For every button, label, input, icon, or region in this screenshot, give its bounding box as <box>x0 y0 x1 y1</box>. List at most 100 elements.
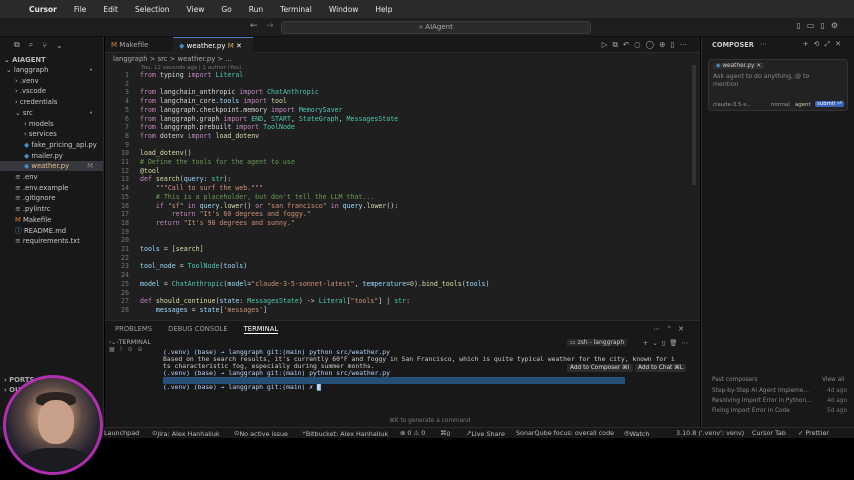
past-composer-item[interactable]: Resolving Import Error in Python... 4d ag… <box>712 398 847 404</box>
composer-input[interactable]: Ask agent to do anything, @ to mention <box>713 73 833 89</box>
issue-item[interactable]: ⊙ No active issue <box>234 429 288 438</box>
submit-button[interactable]: submit ⏎ <box>815 101 844 107</box>
app-menu[interactable]: Cursor <box>29 5 57 14</box>
close-icon[interactable]: ✕ <box>236 42 242 50</box>
scrollbar[interactable] <box>692 65 696 185</box>
tree-item[interactable]: ≡ .pylintrc <box>0 204 103 214</box>
mode-normal[interactable]: normal <box>771 102 790 108</box>
panel-actions[interactable]: ⋯⌃✕ <box>653 325 690 333</box>
jira-item[interactable]: ⊙ Jira: Alex Hanhaliuk <box>152 429 220 438</box>
python-interpreter[interactable]: 3.10.8 ('.venv': venv) <box>676 429 744 437</box>
past-composer-item[interactable]: Step-by-Step AI Agent Impleme... 4d ago <box>712 388 847 394</box>
code-line[interactable]: 27 def should_continue(state: MessagesSta… <box>105 297 685 306</box>
launchpad-item[interactable]: Launchpad <box>104 429 139 437</box>
model-select[interactable]: claude-3.5-s... <box>713 102 751 108</box>
source-control-icon[interactable]: ⑂ <box>42 41 47 50</box>
tree-item[interactable]: ≡ requirements.txt <box>0 236 103 246</box>
menu-edit[interactable]: Edit <box>103 5 118 14</box>
tree-item[interactable]: › services <box>0 129 103 139</box>
menu-window[interactable]: Window <box>329 5 359 14</box>
tree-item[interactable]: ≡ .env <box>0 172 103 182</box>
tree-item[interactable]: ◆ fake_pricing_api.py <box>0 140 103 150</box>
live-share-item[interactable]: ↗ Live Share <box>466 429 505 438</box>
code-line[interactable]: 26 <box>105 289 685 298</box>
menu-file[interactable]: File <box>74 5 87 14</box>
code-line[interactable]: 4 from langchain_core.tools import tool <box>105 97 685 106</box>
code-line[interactable]: 5 from langgraph.checkpoint.memory import… <box>105 106 685 115</box>
tab-problems[interactable]: PROBLEMS <box>115 325 152 334</box>
composer-more-icon[interactable]: ⋯ <box>760 40 767 48</box>
search-icon[interactable]: ⌕ <box>29 40 33 50</box>
code-line[interactable]: 23 tool_node = ToolNode(tools) <box>105 262 685 271</box>
menu-go[interactable]: Go <box>221 5 231 14</box>
tab-terminal[interactable]: TERMINAL <box>243 325 279 334</box>
forward-arrow-icon[interactable]: → <box>266 21 274 31</box>
code-line[interactable]: 11 # Define the tools for the agent to us… <box>105 158 685 167</box>
code-line[interactable]: 3 from langchain_anthropic import ChatAnt… <box>105 88 685 97</box>
tree-item[interactable]: › models <box>0 119 103 129</box>
tree-item[interactable]: ◆ weather.py M <box>0 161 103 172</box>
tree-item[interactable]: M Makefile <box>0 215 103 225</box>
code-line[interactable]: 2 <box>105 80 685 89</box>
prettier-item[interactable]: ✓ Prettier <box>798 429 829 437</box>
layout-icons[interactable]: ▯▭▯⚙ <box>796 21 844 30</box>
tree-item[interactable]: ⓘ README.md <box>0 226 103 236</box>
code-line[interactable]: 8 from dotenv import load_dotenv <box>105 132 685 141</box>
add-to-composer-button[interactable]: Add to Composer ⌘I <box>567 364 633 372</box>
sonar-item[interactable]: SonarQube focus: overall code <box>516 429 614 437</box>
menu-terminal[interactable]: Terminal <box>280 5 312 14</box>
code-line[interactable]: 14 """Call to surf the web.""" <box>105 184 685 193</box>
code-line[interactable]: 6 from langgraph.graph import END, START,… <box>105 115 685 124</box>
watch-item[interactable]: ◎ Watch <box>624 429 649 438</box>
code-line[interactable]: 21 tools = [search] <box>105 245 685 254</box>
tree-item[interactable]: ≡ .gitignore <box>0 193 103 203</box>
ports-item[interactable]: ⌘ 0 <box>440 429 450 438</box>
chevron-down-icon[interactable]: ⌄ <box>56 41 63 50</box>
code-line[interactable]: 9 <box>105 141 685 150</box>
tree-item[interactable]: ◆ mailer.py <box>0 151 103 161</box>
code-line[interactable]: 10 load_dotenv() <box>105 149 685 158</box>
code-line[interactable]: 25 model = ChatAnthropic(model="claude-3-… <box>105 280 685 289</box>
cursor-tab-item[interactable]: Cursor Tab <box>752 429 786 437</box>
code-line[interactable]: 7 from langgraph.prebuilt import ToolNode <box>105 123 685 132</box>
code-line[interactable]: 17 return "It's 60 degrees and foggy." <box>105 210 685 219</box>
code-line[interactable]: 20 <box>105 236 685 245</box>
back-arrow-icon[interactable]: ← <box>250 21 258 31</box>
breadcrumb[interactable]: langgraph > src > weather.py > ... <box>113 55 232 63</box>
code-line[interactable]: 12 @tool <box>105 167 685 176</box>
tree-item[interactable]: ≡ .env.example <box>0 183 103 193</box>
tree-item[interactable]: › credentials <box>0 97 103 107</box>
menu-selection[interactable]: Selection <box>135 5 170 14</box>
composer-input-box[interactable]: ◆ weather.py ✕ Ask agent to do anything,… <box>708 59 848 111</box>
command-search[interactable]: ⌕ AIAgent <box>281 21 591 34</box>
tree-item[interactable]: › .vscode <box>0 86 103 96</box>
file-chip[interactable]: ◆ weather.py ✕ <box>713 63 765 69</box>
tab-makefile[interactable]: M Makefile <box>105 37 173 53</box>
code-line[interactable]: 18 return "It's 90 degrees and sunny." <box>105 219 685 228</box>
code-editor[interactable]: langgraph > src > weather.py > ... You, … <box>105 53 700 320</box>
files-icon[interactable]: ⧉ <box>14 40 20 50</box>
problems-item[interactable]: ⊗ 0 ⚠ 0 <box>400 429 425 437</box>
tree-item[interactable]: › .venv <box>0 76 103 86</box>
code-line[interactable]: 16 if "sf" in query.lower() or "san fran… <box>105 202 685 211</box>
bitbucket-item[interactable]: ⑂ Bitbucket: Alex Hanhaliuk <box>302 429 388 438</box>
code-line[interactable]: 28 messages = state['messages'] <box>105 306 685 315</box>
mode-agent[interactable]: agent <box>795 102 811 108</box>
menu-view[interactable]: View <box>187 5 205 14</box>
menu-help[interactable]: Help <box>375 5 392 14</box>
code-line[interactable]: 19 <box>105 228 685 237</box>
code-line[interactable]: 15 # This is a placeholder, but don't te… <box>105 193 685 202</box>
terminal-shell-tab[interactable]: ▭ zsh - langgraph <box>567 339 628 346</box>
tree-item[interactable]: ⌄ src • <box>0 108 103 118</box>
code-line[interactable]: 1 from typing import Literal <box>105 71 685 80</box>
code-line[interactable]: 24 <box>105 271 685 280</box>
menu-run[interactable]: Run <box>249 5 263 14</box>
tree-item[interactable]: ⌄ langgraph • <box>0 65 103 75</box>
code-line[interactable]: 13 def search(query: str): <box>105 175 685 184</box>
explorer-root[interactable]: ⌄ AIAGENT <box>0 55 103 65</box>
tab-weather[interactable]: ◆ weather.py M ✕ <box>173 37 253 53</box>
editor-actions[interactable]: ▷⧉↶○◯⊕▯⋯ <box>602 40 692 50</box>
view-all-link[interactable]: View all <box>822 377 844 383</box>
composer-actions[interactable]: +⟲⤢✕ <box>803 40 846 49</box>
code-line[interactable]: 22 <box>105 254 685 263</box>
